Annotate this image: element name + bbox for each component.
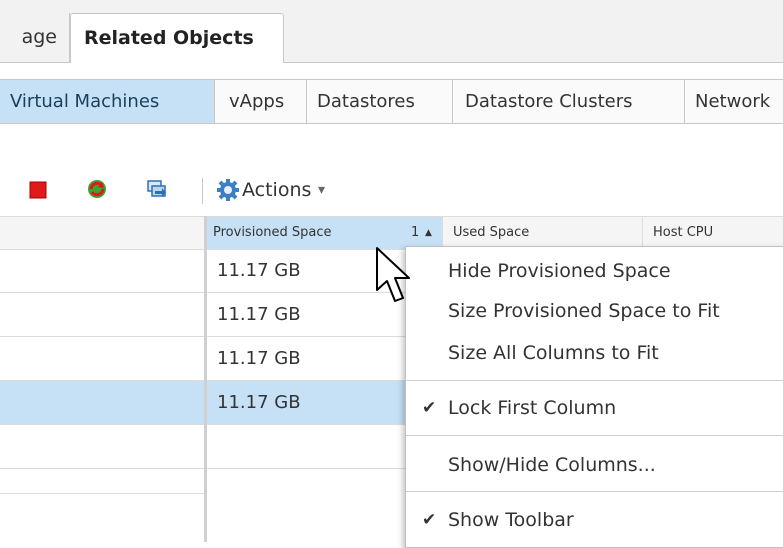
column-header-label: Provisioned Space: [213, 225, 332, 240]
tab-related-objects[interactable]: Related Objects: [70, 13, 284, 63]
menu-item-size-provisioned-space-to-fit[interactable]: Size Provisioned Space to Fit: [406, 289, 783, 333]
provisioned-space-cell: 11.17 GB: [217, 260, 301, 281]
provisioned-space-cell: 11.17 GB: [217, 348, 301, 369]
gear-icon: [217, 179, 239, 201]
stop-icon[interactable]: [27, 178, 49, 200]
column-header-provisioned-space[interactable]: Provisioned Space 1 ▲: [207, 217, 443, 249]
refresh-icon[interactable]: [86, 178, 108, 200]
menu-item-label: Show/Hide Columns...: [448, 454, 656, 476]
locked-column-divider[interactable]: [204, 216, 207, 542]
row-divider: [0, 493, 205, 494]
menu-separator: [406, 380, 783, 381]
chevron-down-icon: ▾: [318, 182, 326, 198]
grid-header: Provisioned Space 1 ▲ Used Space Host CP…: [0, 216, 783, 250]
sort-order: 1: [411, 225, 420, 240]
menu-item-label: Lock First Column: [448, 397, 617, 419]
column-context-menu: Hide Provisioned Space Size Provisioned …: [405, 246, 783, 548]
provisioned-space-cell: 11.17 GB: [217, 392, 301, 413]
column-header-host-cpu[interactable]: Host CPU: [643, 217, 783, 249]
subtab-network[interactable]: Network: [685, 80, 783, 123]
menu-item-hide-provisioned-space[interactable]: Hide Provisioned Space: [406, 249, 783, 293]
actions-label: Actions: [242, 179, 312, 201]
checkmark-icon: ✔: [422, 510, 437, 530]
menu-item-show-toolbar[interactable]: ✔ Show Toolbar: [406, 498, 783, 542]
menu-separator: [406, 491, 783, 492]
menu-item-label: Show Toolbar: [448, 509, 574, 531]
menu-item-show-hide-columns[interactable]: Show/Hide Columns...: [406, 443, 783, 487]
sort-ascending-icon: ▲: [425, 228, 432, 238]
menu-item-size-all-columns-to-fit[interactable]: Size All Columns to Fit: [406, 331, 783, 375]
menu-separator: [406, 435, 783, 436]
menu-item-lock-first-column[interactable]: ✔ Lock First Column: [406, 386, 783, 430]
subtab-datastore-clusters[interactable]: Datastore Clusters: [453, 80, 685, 123]
tab-manage[interactable]: age: [0, 13, 70, 62]
mouse-pointer-icon: [376, 247, 410, 302]
menu-item-label: Size All Columns to Fit: [448, 342, 659, 364]
provisioned-space-cell: 11.17 GB: [217, 304, 301, 325]
column-header-used-space[interactable]: Used Space: [443, 217, 643, 249]
subtab-vapps[interactable]: vApps: [215, 80, 307, 123]
sub-tab-bar: Virtual Machines vApps Datastores Datast…: [0, 79, 783, 124]
column-header-name[interactable]: [0, 217, 205, 249]
subtab-virtual-machines[interactable]: Virtual Machines: [0, 80, 215, 123]
checkmark-icon: ✔: [422, 398, 437, 418]
toolbar-separator: [202, 178, 203, 204]
menu-item-label: Size Provisioned Space to Fit: [448, 300, 720, 322]
menu-item-label: Hide Provisioned Space: [448, 260, 671, 282]
migrate-icon[interactable]: [146, 178, 168, 200]
subtab-datastores[interactable]: Datastores: [307, 80, 453, 123]
